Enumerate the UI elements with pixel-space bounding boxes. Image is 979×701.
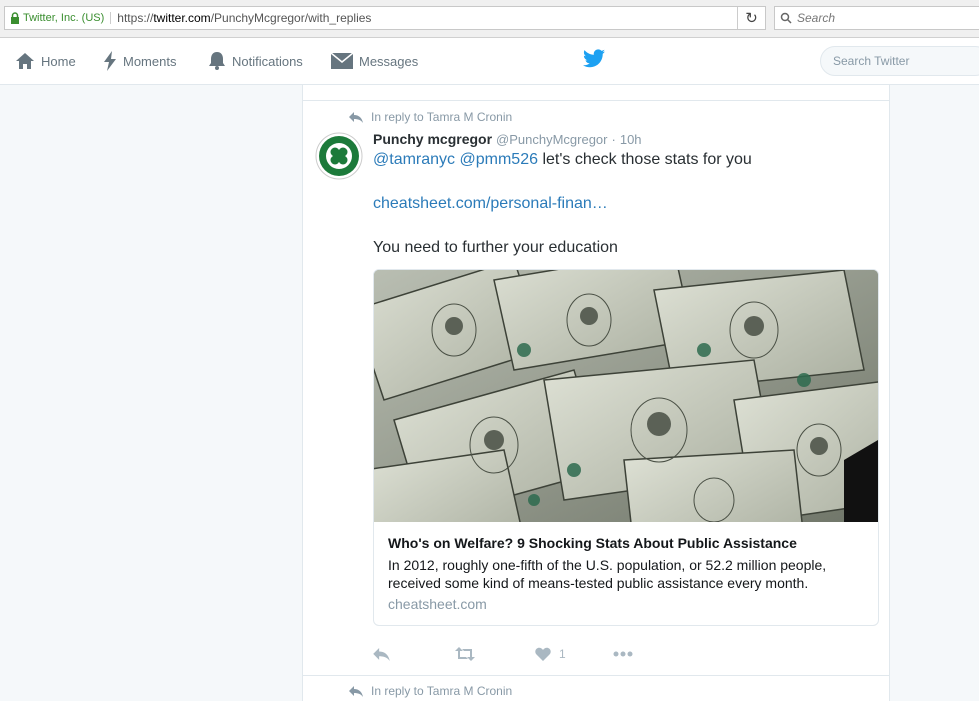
address-bar[interactable]: Twitter, Inc. (US) https://twitter.com/P… [4,6,766,30]
like-button[interactable]: 1 [535,644,566,664]
browser-toolbar: Twitter, Inc. (US) https://twitter.com/P… [0,0,979,38]
divider [303,675,889,676]
nav-home-label: Home [41,53,76,69]
divider [303,100,889,101]
tweet-text-part: You need to further your education [373,239,618,256]
mention-link[interactable]: @tamranyc [373,151,455,168]
nav-notifications-label: Notifications [232,53,303,69]
retweet-button[interactable] [455,644,475,664]
twitter-search-input[interactable]: Search Twitter [820,46,979,76]
reply-context[interactable]: In reply to Tamra M Cronin [349,684,512,698]
avatar[interactable] [315,132,363,180]
reply-icon [349,111,363,123]
top-nav: Home Moments Notifications Messages Sear… [0,38,979,85]
tweet-header: Punchy mcgregor @PunchyMcgregor · 10h [373,131,642,147]
nav-messages-label: Messages [359,53,419,69]
tweet-text-part: let's check those stats for you [538,151,752,168]
reply-context[interactable]: In reply to Tamra M Cronin [349,110,512,124]
card-body: Who's on Welfare? 9 Shocking Stats About… [388,534,868,612]
reply-button[interactable] [373,644,390,664]
site-identity[interactable]: Twitter, Inc. (US) [23,12,112,24]
card-description: In 2012, roughly one-fifth of the U.S. p… [388,557,827,591]
twitter-search-placeholder: Search Twitter [833,54,910,68]
nav-moments-label: Moments [123,53,177,69]
nav-notifications[interactable]: Notifications [208,38,303,84]
bell-icon [209,52,225,70]
like-count: 1 [559,647,566,661]
tweet-actions: 1 [373,644,673,664]
link-card[interactable]: Who's on Welfare? 9 Shocking Stats About… [373,269,879,626]
tweet-handle[interactable]: @PunchyMcgregor [496,132,607,147]
time-separator: · [611,132,616,147]
card-image[interactable] [374,270,878,522]
url-text[interactable]: https://twitter.com/PunchyMcgregor/with_… [117,11,737,25]
browser-search-placeholder: Search [797,11,836,25]
heart-icon [535,647,551,661]
more-button[interactable] [613,644,633,664]
twitter-bird-icon[interactable] [583,49,605,68]
reload-icon[interactable]: ↻ [737,7,765,29]
reply-icon [373,647,390,661]
lock-icon [7,8,23,28]
envelope-icon [331,53,353,69]
tweet-time[interactable]: 10h [620,132,642,147]
reply-context-label: In reply to Tamra M Cronin [371,110,513,124]
home-icon [16,53,34,69]
lightning-icon [104,51,116,71]
tweet-url-link[interactable]: cheatsheet.com/personal-finan… [373,195,608,212]
nav-home[interactable]: Home [15,38,76,84]
timeline: In reply to Tamra M Cronin Punchy mcgreg… [302,85,890,701]
mention-link[interactable]: @pmm526 [460,151,539,168]
nav-moments[interactable]: Moments [103,38,176,84]
browser-search-input[interactable]: Search [774,6,979,30]
reply-icon [349,685,363,697]
more-icon [613,651,633,657]
nav-messages[interactable]: Messages [331,38,418,84]
tweet-fullname[interactable]: Punchy mcgregor [373,131,492,147]
card-domain: cheatsheet.com [388,596,487,612]
search-icon [775,12,797,24]
card-title[interactable]: Who's on Welfare? 9 Shocking Stats About… [388,534,868,552]
reply-context-label: In reply to Tamra M Cronin [371,684,513,698]
retweet-icon [455,647,475,661]
